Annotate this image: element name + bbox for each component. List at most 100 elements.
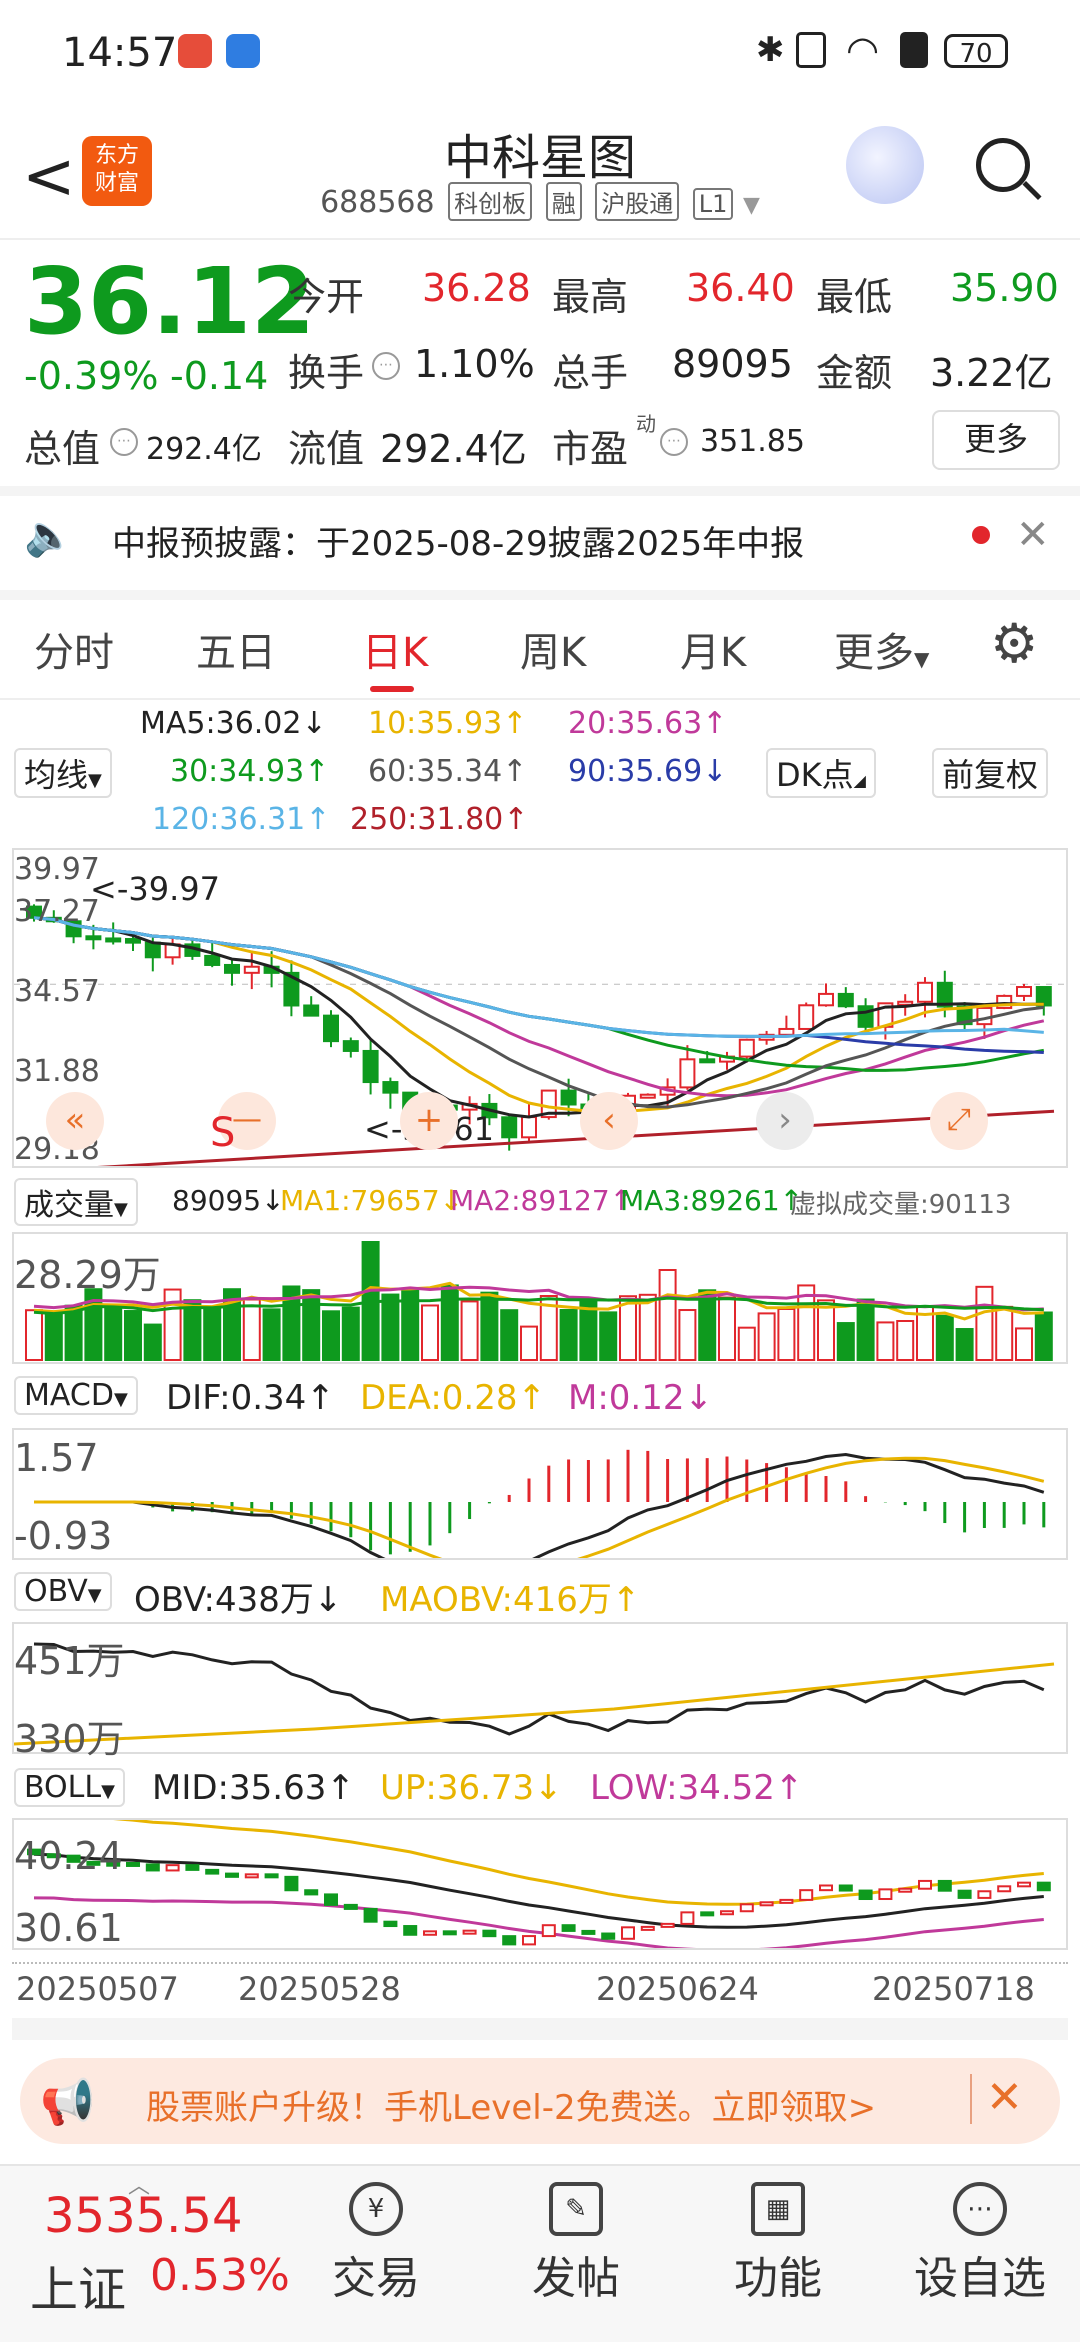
boll-candle — [601, 1932, 616, 1940]
candle-body — [303, 1004, 320, 1017]
info-icon[interactable]: ⋯ — [372, 352, 400, 380]
nav-functions[interactable]: ▦ 功能 — [708, 2182, 848, 2306]
tab-monthly-k[interactable]: 月K — [680, 620, 746, 678]
boll-candle — [680, 1911, 695, 1925]
obv-y-bottom: 330万 — [14, 1717, 125, 1761]
volume-chart[interactable] — [12, 1232, 1068, 1364]
sell-signal-icon: S — [210, 1110, 236, 1156]
dk-point-button[interactable]: DK点◢ — [766, 748, 876, 798]
divider — [0, 698, 1080, 700]
volume-bar — [64, 1304, 83, 1361]
candle-body — [897, 1000, 914, 1006]
volume-bar — [678, 1309, 697, 1361]
corner-icon: ◢ — [853, 771, 866, 790]
zoom-in-icon[interactable]: + — [400, 1092, 458, 1150]
candle-body — [917, 981, 933, 1003]
robot-assistant-icon[interactable] — [846, 126, 924, 204]
more-dots-icon: ⋯ — [953, 2182, 1007, 2236]
open-label: 今开 — [288, 275, 365, 319]
high-value: 36.40 — [686, 266, 795, 310]
amount-value: 3.22亿 — [930, 351, 1053, 395]
info-icon[interactable]: ⋯ — [660, 428, 688, 456]
yen-icon: ¥ — [349, 2182, 403, 2236]
boll-candle — [700, 1911, 715, 1917]
boll-candle — [126, 1861, 140, 1867]
rewind-icon[interactable]: « — [46, 1092, 104, 1150]
notice-text[interactable]: 中报预披露：于2025-08-29披露2025年中报 — [112, 516, 804, 565]
volume-bar — [559, 1309, 578, 1361]
candle-body — [105, 937, 122, 943]
obv-selector[interactable]: OBV▼ — [14, 1572, 112, 1611]
volume-bar — [143, 1323, 162, 1361]
boll-candle — [403, 1925, 418, 1936]
volume-bar — [163, 1288, 182, 1362]
promo-banner[interactable]: 📢 股票账户升级！手机Level-2免费送。立即领取> ✕ — [20, 2058, 1060, 2144]
boll-candle — [898, 1887, 913, 1893]
ma250-legend: 250:31.80↑ — [350, 802, 529, 837]
candle-body — [699, 1058, 716, 1064]
close-icon[interactable]: ✕ — [986, 2072, 1023, 2123]
ma-selector[interactable]: 均线▼ — [14, 748, 112, 798]
float-value: 292.4亿 — [380, 427, 527, 471]
more-button[interactable]: 更多 — [932, 410, 1060, 470]
obv-line — [33, 1642, 1045, 1736]
adjust-button[interactable]: 前复权 — [932, 748, 1049, 798]
mktcap-label: 总值 — [24, 427, 101, 471]
volume-selector[interactable]: 成交量▼ — [14, 1178, 138, 1226]
fullscreen-icon[interactable]: ⤢ — [930, 1092, 988, 1150]
index-value[interactable]: 3535.54 — [44, 2188, 243, 2244]
obv-chart[interactable] — [12, 1622, 1068, 1754]
tab-weekly-k[interactable]: 周K — [520, 620, 586, 678]
bluetooth-icon: ✱ — [756, 30, 785, 70]
volume-ma2: MA2:89127↑ — [450, 1184, 634, 1217]
boll-candle — [264, 1873, 279, 1879]
macd-selector[interactable]: MACD▼ — [14, 1376, 138, 1415]
tab-intraday[interactable]: 分时 — [34, 620, 114, 678]
gear-icon[interactable]: ⚙ — [990, 612, 1038, 675]
candle-body — [362, 1049, 379, 1084]
tab-daily-k[interactable]: 日K — [362, 620, 428, 678]
nav-post[interactable]: ✎ 发帖 — [506, 2182, 646, 2306]
boll-candle — [918, 1879, 932, 1890]
candle-body — [501, 1116, 518, 1139]
pe-superscript: 动 — [636, 412, 656, 436]
stock-code: 688568 — [320, 185, 435, 220]
macd-selector-label: MACD — [24, 1378, 114, 1413]
boll-selector[interactable]: BOLL▼ — [14, 1768, 125, 1807]
volume-bar — [737, 1326, 756, 1361]
info-icon[interactable]: ⋯ — [110, 428, 138, 456]
boll-candle — [502, 1935, 517, 1946]
promo-text[interactable]: 股票账户升级！手机Level-2免费送。立即领取> — [146, 2080, 876, 2129]
nav-post-label: 发帖 — [532, 2253, 620, 2304]
divider — [0, 238, 1080, 240]
volume-bar — [757, 1312, 776, 1361]
previous-icon[interactable]: ‹ — [580, 1092, 638, 1150]
boll-chart[interactable] — [12, 1818, 1068, 1950]
boll-candle — [997, 1885, 1012, 1893]
unread-dot — [972, 526, 990, 544]
boll-candle — [720, 1910, 734, 1916]
megaphone-icon: 📢 — [40, 2077, 95, 2128]
boll-candle — [383, 1920, 398, 1928]
ma-selector-label: 均线 — [24, 756, 89, 794]
low-label: 最低 — [816, 275, 893, 319]
boll-candle — [977, 1890, 992, 1899]
next-icon[interactable]: › — [756, 1092, 814, 1150]
turnover-label: 换手 — [288, 351, 365, 395]
close-icon[interactable]: ✕ — [1016, 512, 1050, 558]
macd-chart[interactable] — [12, 1428, 1068, 1560]
nav-trade[interactable]: ¥ 交易 — [306, 2182, 446, 2306]
nav-add-watchlist[interactable]: ⋯ 设自选 — [910, 2182, 1050, 2306]
chevron-down-icon: ▼ — [101, 1781, 115, 1802]
volume-bar — [638, 1293, 657, 1362]
candle-body — [85, 935, 102, 941]
volume-bar — [836, 1322, 855, 1361]
volume-bar — [322, 1310, 340, 1361]
tab-five-day[interactable]: 五日 — [196, 620, 276, 678]
boll-candle — [284, 1875, 299, 1892]
stock-code-row[interactable]: 688568 科创板 融 沪股通 L1 ▼ — [0, 182, 1080, 221]
tab-more[interactable]: 更多▼ — [834, 620, 929, 678]
search-icon[interactable] — [976, 138, 1030, 192]
grid-icon: ▦ — [751, 2182, 805, 2236]
volume-svg — [25, 1241, 1053, 1362]
